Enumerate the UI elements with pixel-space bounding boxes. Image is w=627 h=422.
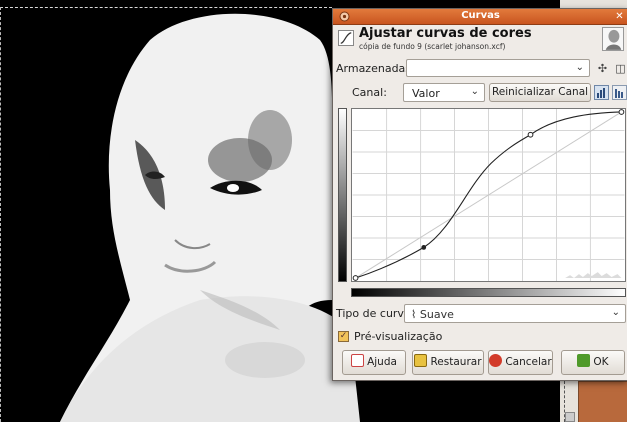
layer-thumbnail: [602, 27, 624, 51]
help-icon: [351, 354, 365, 367]
curve-point-shadows[interactable]: [421, 245, 427, 250]
preview-label: Pré-visualização: [354, 330, 443, 343]
cancel-label: Cancelar: [505, 356, 552, 368]
help-button[interactable]: Ajuda: [342, 350, 406, 375]
restore-label: Restaurar: [430, 356, 482, 368]
curve-type-value: ⌇ Suave: [411, 308, 454, 321]
output-gradient-bar: [338, 108, 347, 282]
smooth-curve-icon: ⌇: [411, 308, 420, 321]
channel-label: Canal:: [352, 86, 387, 99]
close-icon[interactable]: ✕: [614, 11, 625, 22]
selection-border-top: [0, 7, 332, 8]
curves-dialog: Curvas ✕ Ajustar curvas de cores cópia d…: [332, 8, 627, 381]
curve-type-label: Tipo de curva:: [336, 307, 415, 320]
dialog-titlebar[interactable]: Curvas ✕: [333, 9, 627, 25]
presets-row: Armazenadas: ⌄ ✣ ◫: [336, 57, 627, 79]
curve-point-highlights[interactable]: [527, 131, 534, 138]
restore-icon: [414, 354, 428, 367]
ok-icon: [577, 354, 591, 367]
channel-row: Canal: Valor ⌄ Reinicializar Canal: [336, 81, 627, 103]
curve-type-combo[interactable]: ⌇ Suave ⌄: [404, 304, 626, 323]
add-preset-icon[interactable]: ✣: [596, 62, 609, 75]
header-subtitle: cópia de fundo 9 (scarlet johanson.xcf): [359, 42, 506, 51]
window-title: Curvas: [461, 10, 500, 21]
restore-button[interactable]: Restaurar: [412, 350, 484, 375]
dialog-header: Ajustar curvas de cores cópia de fundo 9…: [333, 25, 627, 53]
color-swatch[interactable]: [578, 381, 627, 422]
curve-point-white[interactable]: [618, 109, 625, 115]
cancel-icon: [489, 354, 503, 367]
preview-checkbox[interactable]: ✓: [338, 331, 349, 342]
dialog-buttons: Ajuda Restaurar Cancelar OK: [333, 350, 627, 376]
presets-combo[interactable]: ⌄: [406, 59, 590, 77]
preset-menu-icon[interactable]: ◫: [614, 62, 627, 75]
presets-label: Armazenadas:: [336, 62, 415, 75]
channel-value: Valor: [412, 87, 440, 100]
channel-combo[interactable]: Valor ⌄: [403, 83, 485, 102]
curve-type-row: Tipo de curva: ⌇ Suave ⌄: [336, 302, 627, 324]
ok-label: OK: [593, 356, 609, 368]
curve-type-text: Suave: [419, 308, 454, 321]
selection-border-left: [0, 7, 1, 422]
header-title: Ajustar curvas de cores: [359, 26, 532, 41]
cancel-button[interactable]: Cancelar: [488, 350, 553, 375]
chevron-down-icon: ⌄: [470, 86, 479, 97]
curve-editor: [338, 108, 627, 300]
preview-row[interactable]: ✓ Pré-visualização: [336, 328, 536, 346]
chevron-down-icon: ⌄: [575, 62, 584, 73]
curve-graph[interactable]: [351, 108, 626, 282]
curve-point-black[interactable]: [352, 275, 359, 281]
input-gradient-bar: [351, 288, 626, 297]
help-label: Ajuda: [367, 356, 397, 368]
ok-button[interactable]: OK: [561, 350, 625, 375]
chevron-down-icon: ⌄: [611, 307, 620, 318]
linear-histogram-icon[interactable]: [594, 85, 609, 100]
log-histogram-icon[interactable]: [612, 85, 627, 100]
scroll-corner[interactable]: [565, 412, 575, 422]
curves-tool-icon: [338, 30, 354, 46]
reset-channel-button[interactable]: Reinicializar Canal: [489, 83, 591, 102]
